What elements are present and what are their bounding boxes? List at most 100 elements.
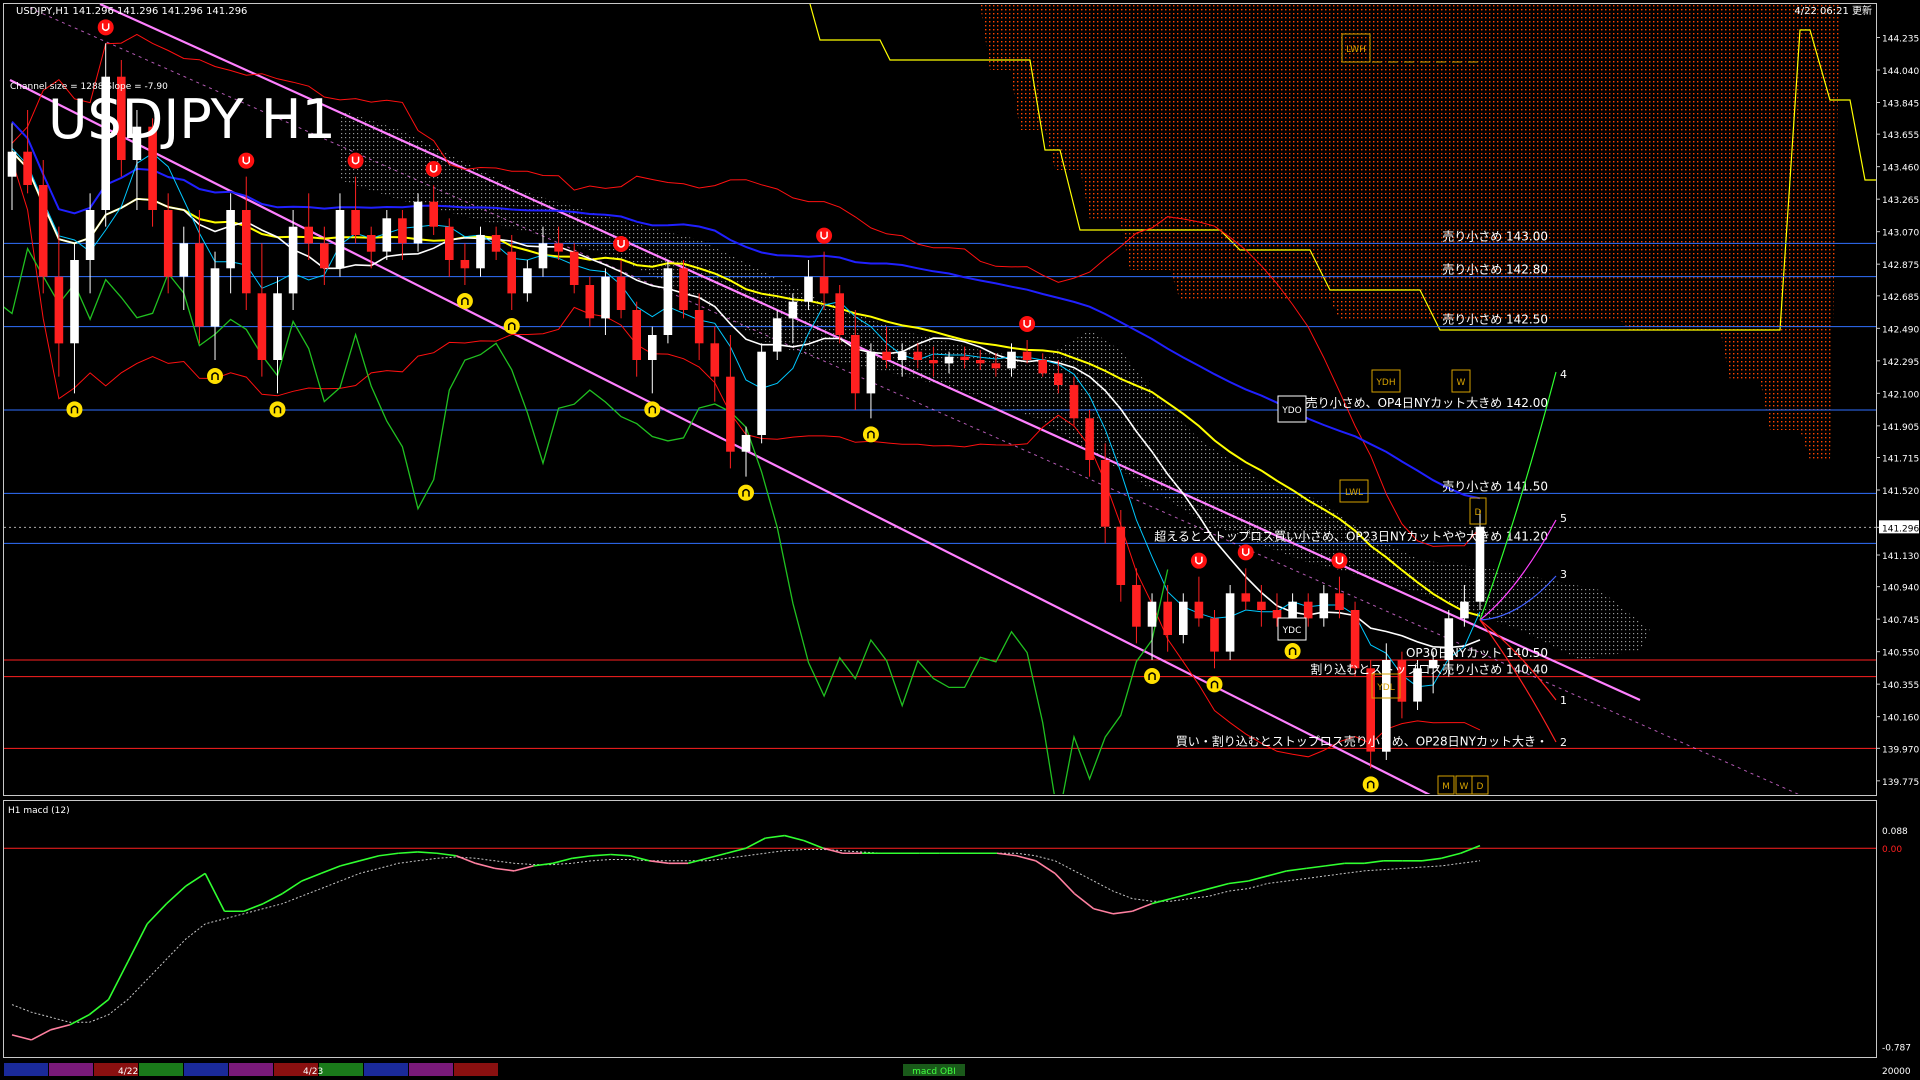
candle-body[interactable] (1163, 601, 1172, 635)
candle-body[interactable] (585, 285, 595, 319)
candle-body[interactable] (788, 301, 798, 319)
candle-body[interactable] (835, 293, 844, 335)
price-tick-label: 143.655 (1882, 131, 1919, 141)
price-tick-label: 140.355 (1882, 681, 1919, 691)
price-tick-label: 140.745 (1882, 616, 1919, 626)
candle-body[interactable] (710, 343, 720, 377)
candle-body[interactable] (1179, 601, 1188, 635)
usdjpy-h1-chart[interactable]: 売り小さめ 143.00 売り小さめ 142.80 売り小さめ 142.50 売り小さ… (0, 0, 1920, 1080)
candle-body[interactable] (726, 376, 735, 452)
candle-body[interactable] (351, 210, 360, 235)
candle-body[interactable] (1303, 601, 1313, 619)
candle-body[interactable] (304, 226, 313, 244)
candle-body[interactable] (804, 276, 813, 302)
candle-body[interactable] (1116, 526, 1126, 585)
candle-body[interactable] (913, 351, 923, 360)
candle-body[interactable] (960, 356, 969, 360)
candle-body[interactable] (210, 268, 220, 327)
candle-body[interactable] (569, 251, 579, 285)
candle-body[interactable] (1210, 618, 1219, 652)
candle-body[interactable] (601, 276, 610, 319)
candle-body[interactable] (1085, 418, 1094, 460)
candle-body[interactable] (70, 260, 79, 344)
candle-body[interactable] (257, 293, 267, 360)
candle-body[interactable] (882, 351, 891, 360)
candle-body[interactable] (1054, 373, 1063, 385)
candle-body[interactable] (179, 243, 189, 277)
level-label-1: 売り小さめ 142.80 (1442, 262, 1548, 277)
candle-body[interactable] (242, 210, 251, 294)
candle-body[interactable] (273, 293, 282, 360)
ichimoku-cloud-layer (340, 4, 1876, 660)
macd-main-seg (1132, 902, 1152, 913)
candle-body[interactable] (1022, 351, 1032, 360)
candle-body[interactable] (1241, 593, 1251, 602)
candle-body[interactable] (616, 276, 626, 310)
candle-body[interactable] (320, 243, 329, 269)
candle-body[interactable] (382, 218, 392, 252)
candle-body[interactable] (523, 268, 532, 294)
candle-body[interactable] (1335, 593, 1344, 610)
price-tick-label: 139.775 (1882, 778, 1919, 788)
candle-body[interactable] (1069, 385, 1079, 419)
candle-body[interactable] (1460, 601, 1469, 619)
candle-body[interactable] (679, 268, 688, 310)
candle-body[interactable] (929, 360, 938, 364)
candle-body[interactable] (445, 226, 454, 260)
candle-body[interactable] (1272, 610, 1282, 619)
candle-body[interactable] (38, 185, 48, 277)
candle-body[interactable] (7, 151, 17, 177)
candle-body[interactable] (1257, 601, 1266, 610)
candle-body[interactable] (460, 260, 470, 269)
candle-body[interactable] (335, 210, 345, 269)
candle-body[interactable] (366, 235, 376, 252)
candle-body[interactable] (897, 351, 907, 360)
candle-body[interactable] (1147, 601, 1157, 627)
candle-body[interactable] (851, 335, 860, 394)
candle-body[interactable] (1350, 610, 1360, 669)
candle-body[interactable] (476, 235, 485, 269)
candle-body[interactable] (163, 210, 173, 277)
candle-body[interactable] (663, 268, 673, 335)
candle-body[interactable] (1319, 593, 1329, 619)
candle-body[interactable] (772, 318, 782, 352)
macd-main-seg (301, 872, 322, 882)
marker-box-label: D (1477, 782, 1484, 792)
candle-body[interactable] (976, 360, 985, 364)
fractal-high-marker (1331, 552, 1348, 569)
candle-body[interactable] (54, 276, 64, 344)
macd-main-seg (591, 853, 611, 857)
candle-body[interactable] (819, 276, 829, 294)
candle-body[interactable] (398, 218, 407, 244)
candle-body[interactable] (1007, 351, 1016, 369)
macd-main-seg (107, 961, 129, 1000)
candle-body[interactable] (1132, 585, 1141, 627)
candle-body[interactable] (491, 235, 501, 252)
candle-body[interactable] (944, 356, 954, 364)
candle-body[interactable] (23, 151, 32, 185)
candle-body[interactable] (429, 201, 438, 227)
projection-label-5: 5 (1560, 512, 1567, 525)
candle-body[interactable] (413, 201, 423, 244)
candle-body[interactable] (1100, 460, 1110, 527)
fractal-low-marker (1284, 643, 1301, 659)
candle-body[interactable] (991, 363, 1001, 369)
candle-body[interactable] (694, 310, 704, 344)
candle-body[interactable] (538, 243, 548, 269)
candle-body[interactable] (632, 310, 641, 360)
candle-body[interactable] (226, 210, 235, 269)
candle-body[interactable] (554, 243, 563, 252)
candle-body[interactable] (1225, 593, 1235, 652)
candle-body[interactable] (1194, 601, 1204, 619)
candle-body[interactable] (741, 435, 751, 452)
candle-body[interactable] (866, 351, 876, 394)
candle-body[interactable] (1038, 360, 1047, 374)
candle-body[interactable] (648, 335, 657, 360)
candle-body[interactable] (288, 226, 298, 294)
candle-body[interactable] (757, 351, 766, 435)
fractal-low-marker (1362, 776, 1379, 793)
candle-body[interactable] (1288, 601, 1297, 619)
candle-body[interactable] (85, 210, 95, 260)
candle-body[interactable] (507, 251, 516, 294)
candle-body[interactable] (195, 243, 204, 327)
